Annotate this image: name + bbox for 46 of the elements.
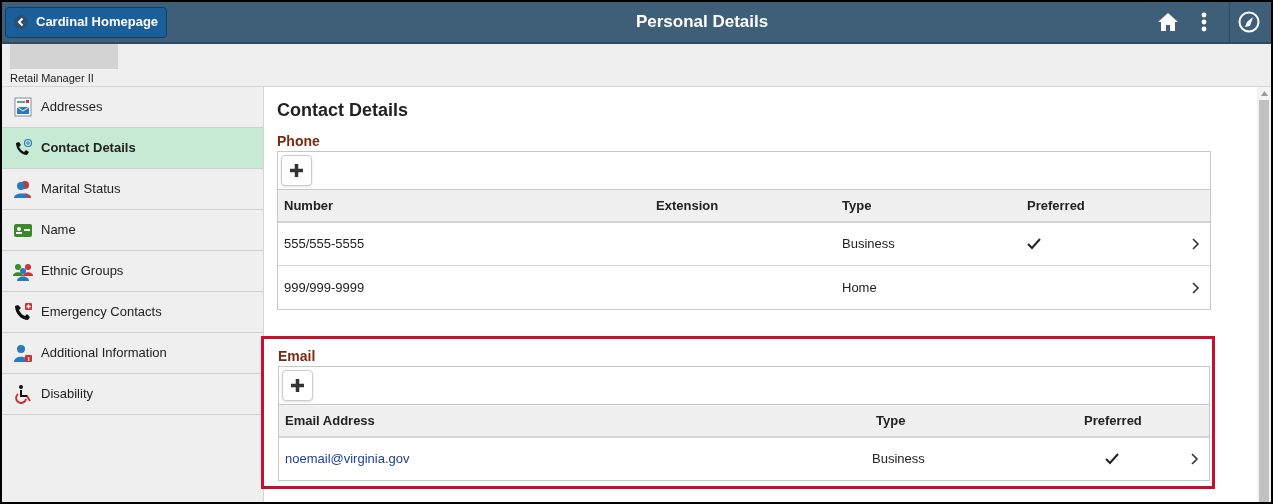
column-header: Number — [284, 197, 334, 213]
chevron-right-icon[interactable] — [1192, 281, 1200, 294]
sidebar-item[interactable]: Additional Information — [2, 333, 263, 374]
person-info-icon — [13, 343, 33, 363]
chevron-right-icon[interactable] — [1192, 238, 1200, 250]
column-header: Preferred — [1084, 412, 1142, 428]
compass-icon[interactable] — [1238, 11, 1260, 33]
scrollbar-thumb[interactable] — [1259, 100, 1269, 502]
table-cell: Business — [842, 236, 895, 252]
table-cell: Business — [872, 451, 925, 467]
sidebar-item[interactable]: Disability — [2, 374, 263, 415]
sidebar-item[interactable]: Marital Status — [2, 169, 263, 210]
column-header: Email Address — [285, 412, 375, 428]
phone-heading: Phone — [277, 134, 321, 148]
more-menu-icon[interactable] — [1201, 12, 1207, 32]
page-header-title: Personal Details — [635, 11, 769, 34]
people-icon — [13, 179, 33, 199]
sidebar-item[interactable]: Emergency Contacts — [2, 292, 263, 333]
scroll-up-icon[interactable] — [1260, 91, 1268, 96]
sidebar-item[interactable]: Ethnic Groups — [2, 251, 263, 292]
table-cell: Home — [842, 279, 877, 295]
table-cell: 999/999-9999 — [284, 279, 365, 295]
back-button[interactable]: Cardinal Homepage — [5, 6, 168, 38]
email-heading: Email — [278, 349, 317, 363]
sidebar-item[interactable]: Contact Details — [2, 128, 263, 169]
column-header: Type — [876, 412, 906, 428]
back-chevron-icon — [14, 15, 28, 29]
plus-icon — [289, 163, 304, 178]
chevron-right-icon[interactable] — [1191, 453, 1199, 465]
wheelchair-icon — [13, 384, 33, 404]
phone-at-icon — [13, 138, 33, 158]
group-icon — [13, 261, 33, 281]
column-header: Type — [842, 197, 872, 213]
column-header: Preferred — [1027, 197, 1085, 213]
email-link[interactable]: noemail@virginia.gov — [285, 451, 410, 467]
add-button[interactable] — [281, 155, 312, 186]
add-button[interactable] — [282, 370, 313, 401]
table-cell: 555/555-5555 — [284, 236, 365, 252]
phone-cross-icon — [13, 302, 33, 322]
role-label: Retail Manager II — [10, 73, 95, 84]
column-header: Extension — [656, 197, 719, 213]
home-icon[interactable] — [1157, 11, 1179, 33]
envelope-card-icon — [13, 97, 33, 117]
section-title: Contact Details — [277, 101, 410, 119]
plus-icon — [290, 378, 305, 393]
sidebar-item[interactable]: Name — [2, 210, 263, 251]
